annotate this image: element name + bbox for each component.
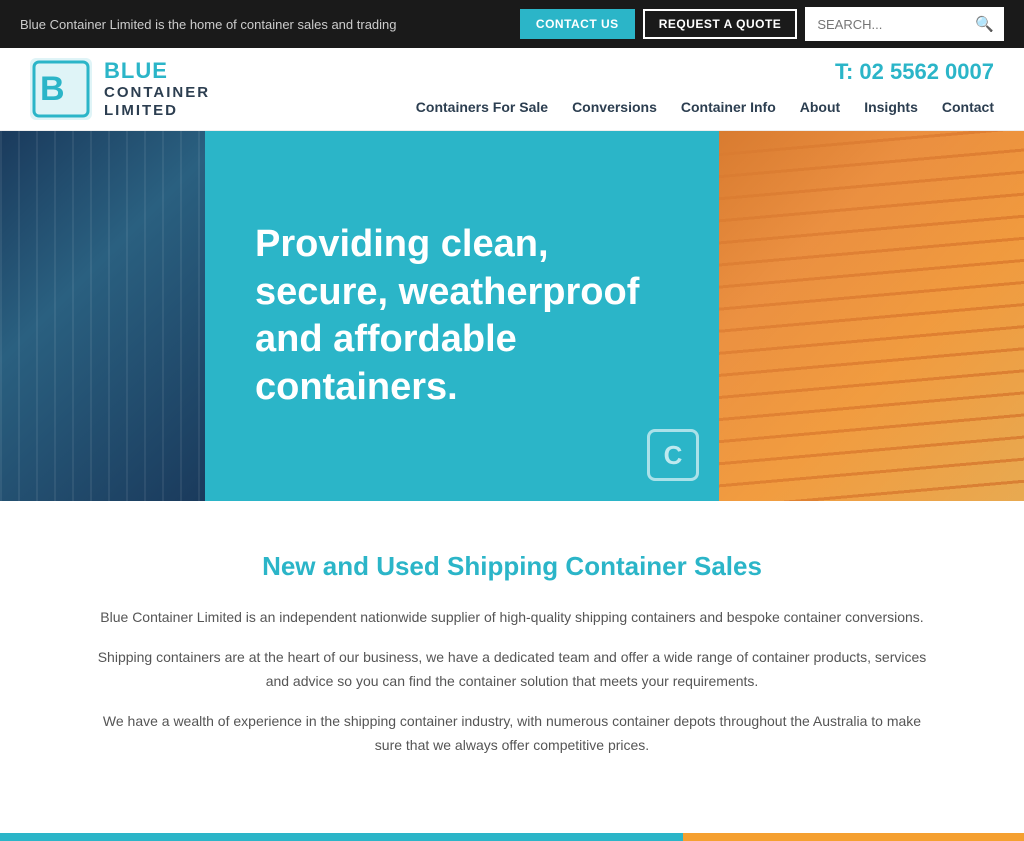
nav-container-info[interactable]: Container Info [681,95,776,119]
logo-limited-text: LIMITED [104,102,210,120]
hero-right-image [719,131,1024,501]
tagline: Blue Container Limited is the home of co… [20,17,397,32]
blue-bar [0,833,683,841]
hero-left-image [0,131,205,501]
orange-bar [683,833,1024,841]
phone-number: T: 02 5562 0007 [835,59,994,85]
main-content: New and Used Shipping Container Sales Bl… [62,501,962,813]
bottom-color-bars [0,833,1024,841]
header: B BLUE CONTAINER LIMITED T: 02 5562 0007… [0,48,1024,131]
logo-text: BLUE CONTAINER LIMITED [104,58,210,120]
nav-insights[interactable]: Insights [864,95,918,119]
nav-about[interactable]: About [800,95,840,119]
logo-container-text: CONTAINER [104,84,210,102]
logo[interactable]: B BLUE CONTAINER LIMITED [30,58,210,120]
svg-text:B: B [40,70,65,108]
section-title: New and Used Shipping Container Sales [92,551,932,582]
header-right: T: 02 5562 0007 Containers For Sale Conv… [416,59,994,119]
request-quote-button[interactable]: REQUEST A QUOTE [643,9,798,39]
para-2: Shipping containers are at the heart of … [92,646,932,694]
search-wrap: 🔍 [805,7,1004,41]
nav-conversions[interactable]: Conversions [572,95,657,119]
para-1: Blue Container Limited is an independent… [92,606,932,630]
top-bar: Blue Container Limited is the home of co… [0,0,1024,48]
logo-icon: B [30,58,92,120]
nav-contact[interactable]: Contact [942,95,994,119]
contact-us-button[interactable]: CONTACT US [520,9,635,39]
nav-containers-for-sale[interactable]: Containers For Sale [416,95,548,119]
search-input[interactable] [805,9,965,40]
hero-center: Providing clean, secure, weatherproof an… [205,131,719,501]
para-3: We have a wealth of experience in the sh… [92,710,932,758]
main-nav: Containers For Sale Conversions Containe… [416,95,994,119]
logo-blue-text: BLUE [104,58,210,84]
hero-logo-mark [647,429,699,481]
hero-heading: Providing clean, secure, weatherproof an… [255,221,669,411]
search-button[interactable]: 🔍 [965,7,1004,41]
search-icon: 🔍 [975,16,994,33]
top-bar-actions: CONTACT US REQUEST A QUOTE 🔍 [520,7,1004,41]
hero-section: Providing clean, secure, weatherproof an… [0,131,1024,501]
